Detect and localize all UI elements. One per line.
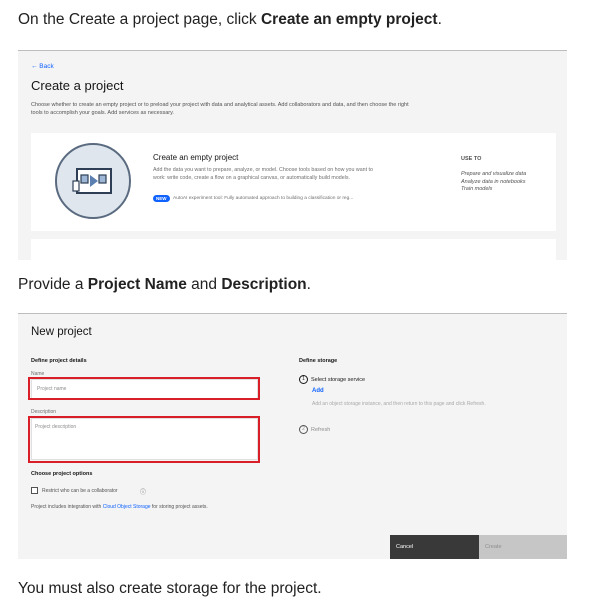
use-to-list: Prepare and visualize data Analyze data … xyxy=(461,171,526,194)
project-window-icon xyxy=(72,168,112,194)
create-project-screenshot: ← Back Create a project Choose whether t… xyxy=(18,50,567,260)
cloud-object-storage-link[interactable]: Cloud Object Storage xyxy=(103,504,151,510)
use-to-label: USE TO xyxy=(461,156,482,162)
cancel-button[interactable]: Cancel xyxy=(390,535,479,559)
page-title: Create a project xyxy=(31,78,124,93)
instruction-text: Provide a xyxy=(18,276,88,293)
step-number: 2 xyxy=(299,425,308,434)
new-badge: NEW xyxy=(153,195,170,202)
page-title: New project xyxy=(31,326,92,338)
integration-text: for storing project assets. xyxy=(150,504,208,510)
back-link[interactable]: ← Back xyxy=(31,63,54,70)
project-options-heading: Choose project options xyxy=(31,471,93,477)
define-details-heading: Define project details xyxy=(31,358,87,364)
integration-note: Project includes integration with Cloud … xyxy=(31,504,208,510)
use-to-item: Analyze data in notebooks xyxy=(461,178,526,185)
create-button[interactable]: Create xyxy=(479,535,567,559)
integration-text: Project includes integration with xyxy=(31,504,103,510)
description-highlight xyxy=(28,416,260,463)
page-description: Choose whether to create an empty projec… xyxy=(31,102,409,116)
name-highlight xyxy=(28,377,260,400)
instruction-step-1: On the Create a project page, click Crea… xyxy=(18,11,442,29)
define-storage-heading: Define storage xyxy=(299,358,338,364)
refresh-label: Refresh xyxy=(311,426,331,433)
description-label: Description xyxy=(31,409,57,415)
card-description: Add the data you want to prepare, analyz… xyxy=(153,167,373,181)
instruction-bold: Project Name xyxy=(87,276,187,293)
autoai-note: AutoAI experiment tool: Fully automated … xyxy=(173,196,354,201)
use-to-item: Train models xyxy=(461,186,493,192)
instruction-bold: Create an empty project xyxy=(260,11,438,28)
create-empty-project-card[interactable]: Create an empty project Add the data you… xyxy=(31,133,556,231)
empty-project-illustration-icon xyxy=(55,143,131,219)
instruction-step-3: You must also create storage for the pro… xyxy=(18,580,322,597)
instruction-text: and xyxy=(186,276,222,293)
step-number: 1 xyxy=(299,375,308,384)
instruction-text: . xyxy=(306,276,311,293)
instruction-text: On the Create a project page, click xyxy=(18,11,261,28)
next-card[interactable] xyxy=(31,239,556,260)
use-to-item: Prepare and visualize data xyxy=(461,171,527,177)
restrict-collaborator-label: Restrict who can be a collaborator xyxy=(42,488,118,494)
restrict-collaborator-checkbox[interactable] xyxy=(31,487,38,494)
new-project-screenshot: New project Define project details Name … xyxy=(18,313,567,559)
instruction-bold: Description xyxy=(221,276,307,293)
storage-help-text: Add an object storage instance, and then… xyxy=(312,401,486,407)
instruction-text: . xyxy=(437,11,442,28)
card-title: Create an empty project xyxy=(153,153,239,162)
step-label: Select storage service xyxy=(311,376,366,383)
info-icon[interactable]: ⓘ xyxy=(140,487,146,496)
storage-step-2[interactable]: 2 Refresh xyxy=(299,425,330,434)
add-storage-link[interactable]: Add xyxy=(312,388,324,394)
storage-step-1: 1 Select storage service xyxy=(299,375,365,384)
instruction-step-2: Provide a Project Name and Description. xyxy=(18,276,311,294)
